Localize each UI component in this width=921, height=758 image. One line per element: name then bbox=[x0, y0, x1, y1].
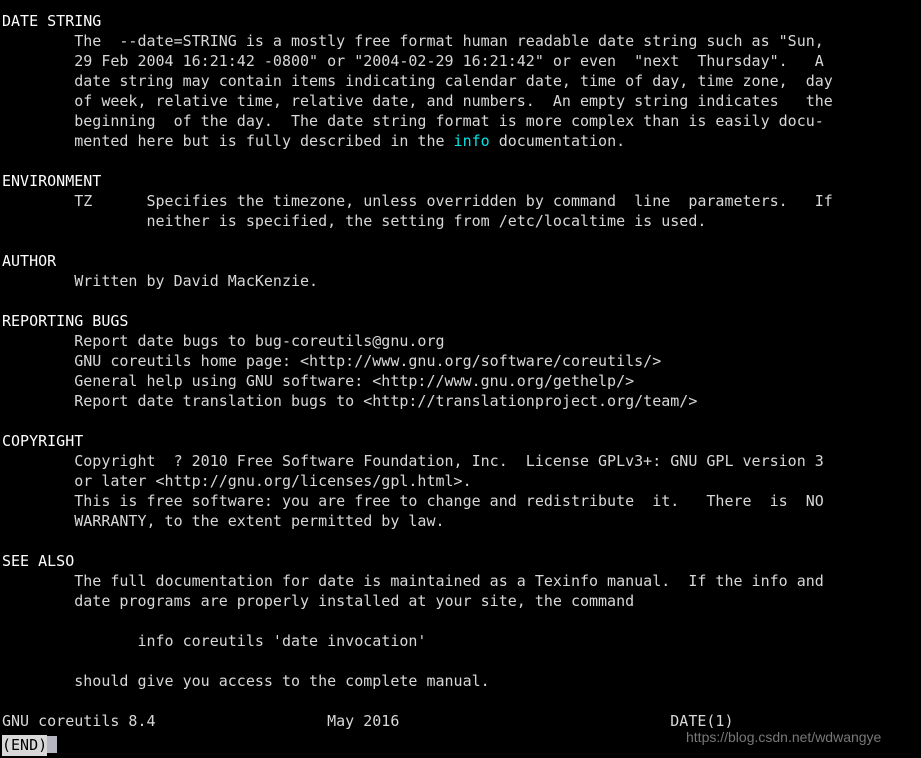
section-heading-reporting-bugs: REPORTING BUGS bbox=[2, 312, 129, 330]
section-body-line: date string may contain items indicating… bbox=[2, 72, 833, 90]
section-heading-date-string: DATE STRING bbox=[2, 12, 102, 30]
section-heading-author: AUTHOR bbox=[2, 252, 57, 270]
section-body-line: should give you access to the complete m… bbox=[2, 672, 490, 690]
section-body-line-with-info-keyword: mented here but is fully described in th… bbox=[2, 131, 921, 151]
section-body-line: TZ Specifies the timezone, unless overri… bbox=[2, 192, 833, 210]
info-keyword[interactable]: info bbox=[454, 132, 490, 150]
line-suffix-text: documentation. bbox=[489, 132, 626, 150]
section-body-line: Report date translation bugs to <http://… bbox=[2, 392, 698, 410]
section-body-line: Written by David MacKenzie. bbox=[2, 272, 319, 290]
section-example-command: info coreutils 'date invocation' bbox=[2, 632, 427, 650]
section-body-line: beginning of the day. The date string fo… bbox=[2, 112, 824, 130]
manpage-footer: GNU coreutils 8.4 May 2016 DATE(1) bbox=[2, 712, 734, 730]
section-body-line: neither is specified, the setting from /… bbox=[2, 212, 707, 230]
pager-prompt[interactable]: (END) bbox=[2, 735, 58, 756]
terminal-window[interactable]: DATE STRING The --date=STRING is a mostl… bbox=[0, 0, 921, 758]
section-body-line: of week, relative time, relative date, a… bbox=[2, 92, 833, 110]
section-body-line: 29 Feb 2004 16:21:42 -0800" or "2004-02-… bbox=[2, 52, 824, 70]
section-body-line: This is free software: you are free to c… bbox=[2, 492, 824, 510]
section-heading-environment: ENVIRONMENT bbox=[2, 172, 102, 190]
section-body-line: or later <http://gnu.org/licenses/gpl.ht… bbox=[2, 472, 472, 490]
section-body-line: date programs are properly installed at … bbox=[2, 592, 635, 610]
section-heading-see-also: SEE ALSO bbox=[2, 552, 75, 570]
block-cursor bbox=[47, 736, 58, 753]
section-body-line: The full documentation for date is maint… bbox=[2, 572, 824, 590]
section-body-line: The --date=STRING is a mostly free forma… bbox=[2, 32, 824, 50]
line-prefix-text: mented here but is fully described in th… bbox=[2, 132, 454, 150]
section-body-line: Copyright ? 2010 Free Software Foundatio… bbox=[2, 452, 824, 470]
section-body-line: Report date bugs to bug-coreutils@gnu.or… bbox=[2, 332, 445, 350]
watermark-url: https://blog.csdn.net/wdwangye bbox=[686, 729, 882, 745]
section-body-line: GNU coreutils home page: <http://www.gnu… bbox=[2, 352, 662, 370]
pager-viewport: DATE STRING The --date=STRING is a mostl… bbox=[2, 11, 921, 731]
section-body-line: General help using GNU software: <http:/… bbox=[2, 372, 635, 390]
pager-end-indicator[interactable]: (END) bbox=[2, 735, 48, 756]
section-body-line: WARRANTY, to the extent permitted by law… bbox=[2, 512, 445, 530]
section-heading-copyright: COPYRIGHT bbox=[2, 432, 84, 450]
